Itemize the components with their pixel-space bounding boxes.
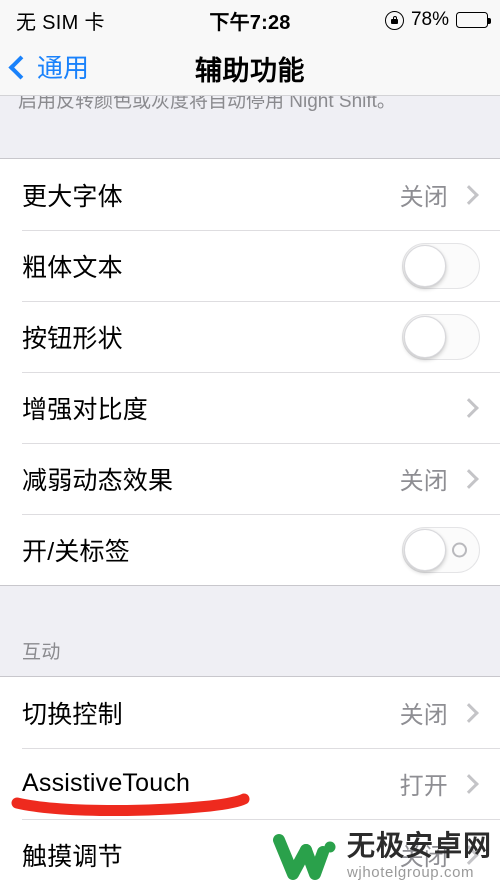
- row-value: 关闭: [399, 702, 448, 729]
- row-value: 关闭: [399, 184, 448, 211]
- section-footer-note: 启用反转颜色或灰度将自动停用 Night Shift。: [0, 96, 500, 158]
- toggle-knob: [404, 244, 446, 287]
- toggle-knob: [404, 315, 446, 358]
- toggle-button-shapes[interactable]: [402, 313, 480, 360]
- w-logo-icon: [272, 834, 336, 880]
- settings-list[interactable]: 启用反转颜色或灰度将自动停用 Night Shift。 更大字体 关闭 粗体文本…: [0, 96, 500, 888]
- row-label: AssistiveTouch: [22, 769, 191, 797]
- row-on-off-labels[interactable]: 开/关标签: [0, 514, 500, 585]
- page-title: 辅助功能: [195, 56, 305, 86]
- row-label: 减弱动态效果: [22, 466, 174, 495]
- chevron-right-icon: [459, 702, 479, 723]
- toggle-knob: [404, 528, 446, 571]
- phone-screen: 无 SIM 卡 下午7:28 78% 通用 辅助功能 启用反转颜色或灰度将自动停…: [0, 0, 500, 888]
- toggle-off-mark-icon: [452, 542, 467, 557]
- footer-note-text: 启用反转颜色或灰度将自动停用 Night Shift。: [18, 96, 396, 112]
- chevron-right-icon: [459, 184, 479, 205]
- watermark-url: wjhotelgroup.com: [346, 864, 475, 881]
- row-button-shapes[interactable]: 按钮形状: [0, 301, 500, 372]
- section-gap: 互动: [0, 586, 500, 676]
- row-reduce-motion[interactable]: 减弱动态效果 关闭: [0, 443, 500, 514]
- row-switch-control[interactable]: 切换控制 关闭: [0, 677, 500, 748]
- row-label: 增强对比度: [22, 395, 149, 424]
- watermark: 无极安卓网 wjhotelgroup.com: [272, 830, 492, 882]
- chevron-right-icon: [459, 773, 479, 794]
- status-bar: 无 SIM 卡 下午7:28 78%: [0, 0, 500, 40]
- rotation-lock-icon: [384, 10, 404, 30]
- battery-percent-label: 78%: [410, 9, 449, 30]
- row-value: 关闭: [399, 468, 448, 495]
- chevron-right-icon: [459, 397, 479, 418]
- row-label: 开/关标签: [22, 537, 130, 566]
- toggle-bold-text[interactable]: [402, 242, 480, 289]
- section-header-interaction: 互动: [22, 642, 61, 663]
- chevron-right-icon: [459, 468, 479, 489]
- navigation-bar: 通用 辅助功能: [0, 40, 500, 96]
- battery-icon: [456, 12, 491, 28]
- row-label: 更大字体: [22, 182, 123, 211]
- row-assistive-touch[interactable]: AssistiveTouch 打开: [0, 748, 500, 819]
- row-label: 粗体文本: [22, 253, 123, 282]
- toggle-on-off-labels[interactable]: [402, 526, 480, 573]
- watermark-title: 无极安卓网: [346, 830, 492, 861]
- row-label: 切换控制: [22, 700, 123, 729]
- row-value: 打开: [399, 773, 448, 800]
- row-increase-contrast[interactable]: 增强对比度: [0, 372, 500, 443]
- row-larger-text[interactable]: 更大字体 关闭: [0, 159, 500, 230]
- settings-group-display: 更大字体 关闭 粗体文本 按钮形状 增强对比度 减弱动态效果 关闭 开/关标签: [0, 158, 500, 586]
- row-label: 按钮形状: [22, 324, 123, 353]
- row-bold-text[interactable]: 粗体文本: [0, 230, 500, 301]
- status-right-group: 78%: [384, 9, 491, 31]
